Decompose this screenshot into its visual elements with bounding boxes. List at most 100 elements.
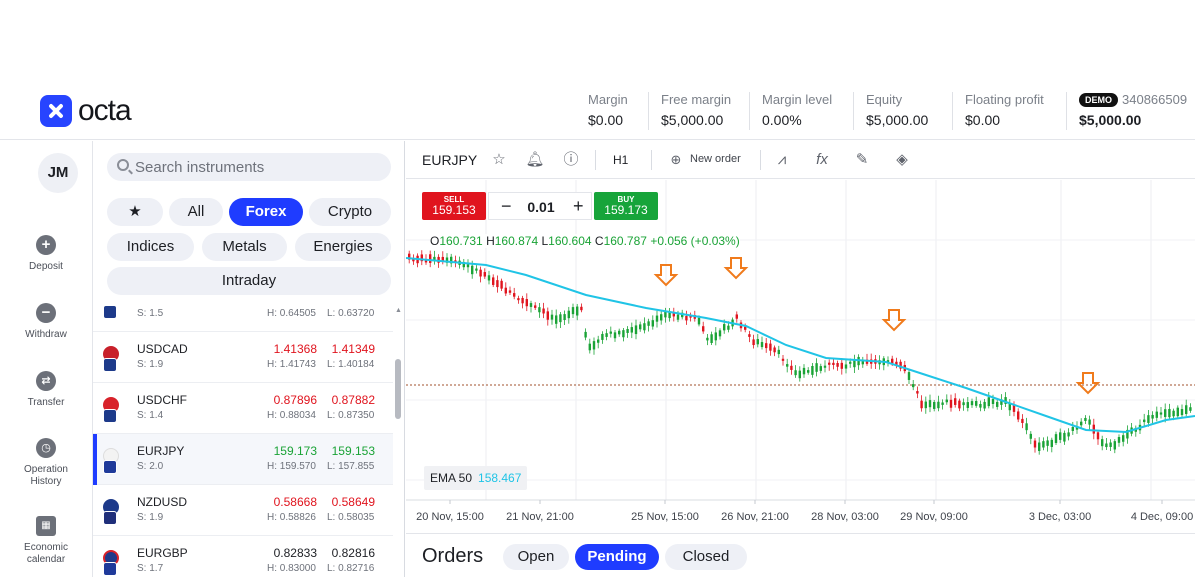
candle-body bbox=[1180, 409, 1184, 416]
instrument-symbol: EURGBP bbox=[137, 546, 188, 560]
candle-body bbox=[794, 370, 797, 376]
instrument-bid[interactable]: 1.41368 bbox=[257, 342, 317, 356]
instrument-ask[interactable]: 0.58649 bbox=[315, 495, 375, 509]
search-icon bbox=[117, 159, 129, 171]
candle-body bbox=[979, 403, 982, 408]
rail-label: Deposit bbox=[29, 261, 63, 272]
candle-body bbox=[1143, 419, 1146, 423]
candle-body bbox=[1050, 439, 1053, 447]
timeframe-selector[interactable]: H1 bbox=[613, 153, 628, 167]
tab-pending[interactable]: Pending bbox=[575, 544, 659, 570]
filter-energies[interactable]: Energies bbox=[295, 233, 391, 261]
tab-closed[interactable]: Closed bbox=[665, 544, 747, 570]
info-icon[interactable]: ⓘ bbox=[561, 150, 581, 170]
instrument-ask[interactable]: 0.82816 bbox=[315, 546, 375, 560]
sell-price: 159.153 bbox=[432, 203, 476, 217]
candle-body bbox=[479, 269, 482, 277]
ema-value: 158.467 bbox=[478, 471, 522, 485]
avatar[interactable]: JM bbox=[38, 153, 78, 193]
instrument-ask[interactable]: 159.153 bbox=[315, 444, 375, 458]
filter-metals[interactable]: Metals bbox=[202, 233, 287, 261]
candle-body bbox=[1113, 441, 1116, 450]
ohlc-close: 160.787 bbox=[603, 234, 647, 248]
account-switcher[interactable]: DEMO 340866509 $5,000.00 bbox=[1065, 92, 1187, 130]
filter-indices[interactable]: Indices bbox=[107, 233, 194, 261]
rail-label: Operation History bbox=[24, 464, 68, 487]
ema-legend[interactable]: EMA 50 158.467 bbox=[424, 466, 528, 490]
candle-body bbox=[529, 303, 533, 307]
candle-body bbox=[811, 365, 814, 375]
lot-plus-button[interactable]: + bbox=[573, 196, 584, 217]
instrument-bid[interactable]: 0.82833 bbox=[257, 546, 317, 560]
bell-icon[interactable]: 🔔︎ bbox=[525, 150, 545, 170]
search-box[interactable] bbox=[107, 153, 391, 181]
candle-body bbox=[1088, 419, 1091, 425]
instrument-row-partial[interactable]: S: 1.5 H: 0.64505 L: 0.63720 bbox=[93, 301, 393, 332]
candle-body bbox=[630, 327, 633, 333]
filter-crypto[interactable]: Crypto bbox=[309, 198, 391, 226]
account-line: DEMO 340866509 bbox=[1079, 92, 1187, 107]
indicators-icon[interactable]: ⩘ bbox=[772, 150, 792, 170]
scroll-up-icon[interactable]: ▲ bbox=[395, 307, 402, 314]
instrument-bid[interactable]: 0.58668 bbox=[257, 495, 317, 509]
instrument-bid[interactable]: 159.173 bbox=[257, 444, 317, 458]
instrument-spread: S: 2.0 bbox=[137, 461, 164, 472]
stat-value: 0.00% bbox=[762, 112, 802, 128]
layers-icon[interactable]: ◈ bbox=[892, 150, 912, 170]
candle-body bbox=[828, 362, 831, 365]
sell-button[interactable]: SELL 159.153 bbox=[422, 192, 486, 220]
candle-body bbox=[668, 312, 671, 319]
instrument-row-eurjpy[interactable]: EURJPY S: 2.0 159.173 159.153 H: 159.570… bbox=[93, 434, 393, 485]
candle-body bbox=[584, 331, 587, 338]
fx-icon[interactable]: fx bbox=[812, 150, 832, 170]
instrument-row-usdchf[interactable]: USDCHF S: 1.4 0.87896 0.87882 H: 0.88034… bbox=[93, 383, 393, 434]
pencil-icon[interactable]: ✎ bbox=[852, 150, 872, 170]
rail-withdraw[interactable]: − Withdraw bbox=[0, 303, 92, 341]
candle-body bbox=[1029, 433, 1032, 439]
candle-body bbox=[1096, 432, 1100, 440]
tab-open[interactable]: Open bbox=[503, 544, 569, 570]
candle-body bbox=[815, 363, 818, 372]
candle-body bbox=[567, 310, 570, 319]
instrument-bid[interactable]: 0.87896 bbox=[257, 393, 317, 407]
instrument-low: L: 0.58035 bbox=[327, 512, 375, 523]
instrument-ask[interactable]: 1.41349 bbox=[315, 342, 375, 356]
candle-body bbox=[605, 333, 608, 337]
candle-body bbox=[1117, 437, 1121, 443]
chart-symbol[interactable]: EURJPY bbox=[422, 152, 477, 168]
candle-body bbox=[1071, 427, 1074, 431]
buy-button[interactable]: BUY 159.173 bbox=[594, 192, 658, 220]
instrument-ask[interactable]: 0.87882 bbox=[315, 393, 375, 407]
candle-body bbox=[941, 402, 944, 405]
star-icon[interactable]: ☆ bbox=[489, 150, 509, 170]
filter-forex[interactable]: Forex bbox=[229, 198, 303, 226]
rail-deposit[interactable]: + Deposit bbox=[0, 235, 92, 273]
candle-body bbox=[576, 306, 579, 316]
candle-body bbox=[983, 401, 986, 409]
instrument-row-usdcad[interactable]: USDCAD S: 1.9 1.41368 1.41349 H: 1.41743… bbox=[93, 332, 393, 383]
instrument-row-eurgbp[interactable]: EURGBP S: 1.7 0.82833 0.82816 H: 0.83000… bbox=[93, 536, 393, 577]
candle-body bbox=[924, 401, 927, 409]
filter-all[interactable]: All bbox=[169, 198, 223, 226]
filter-favorites[interactable]: ★ bbox=[107, 198, 163, 226]
ema-label: EMA 50 bbox=[430, 471, 473, 485]
octa-logo[interactable]: octa bbox=[40, 94, 132, 128]
candle-body bbox=[954, 398, 957, 405]
candle-body bbox=[970, 401, 974, 406]
new-order-button[interactable]: New order bbox=[690, 153, 741, 165]
search-input[interactable] bbox=[135, 153, 385, 181]
candle-body bbox=[710, 334, 713, 344]
rail-operation-history[interactable]: ◷ Operation History bbox=[0, 438, 92, 488]
instrument-row-nzdusd[interactable]: NZDUSD S: 1.9 0.58668 0.58649 H: 0.58826… bbox=[93, 485, 393, 536]
rail-economic-calendar[interactable]: ▦ Economic calendar bbox=[0, 516, 92, 566]
candle-body bbox=[655, 315, 659, 322]
stat-free-margin: Free margin $5,000.00 bbox=[647, 92, 731, 130]
candle-body bbox=[538, 307, 541, 313]
stat-value: $0.00 bbox=[588, 112, 624, 128]
instrument-spread: S: 1.9 bbox=[137, 512, 164, 523]
rail-transfer[interactable]: ⇄ Transfer bbox=[0, 371, 92, 409]
filter-intraday[interactable]: Intraday bbox=[107, 267, 391, 295]
candle-body bbox=[1189, 407, 1192, 411]
candle-body bbox=[1059, 432, 1062, 440]
list-scrollbar[interactable] bbox=[395, 359, 401, 419]
